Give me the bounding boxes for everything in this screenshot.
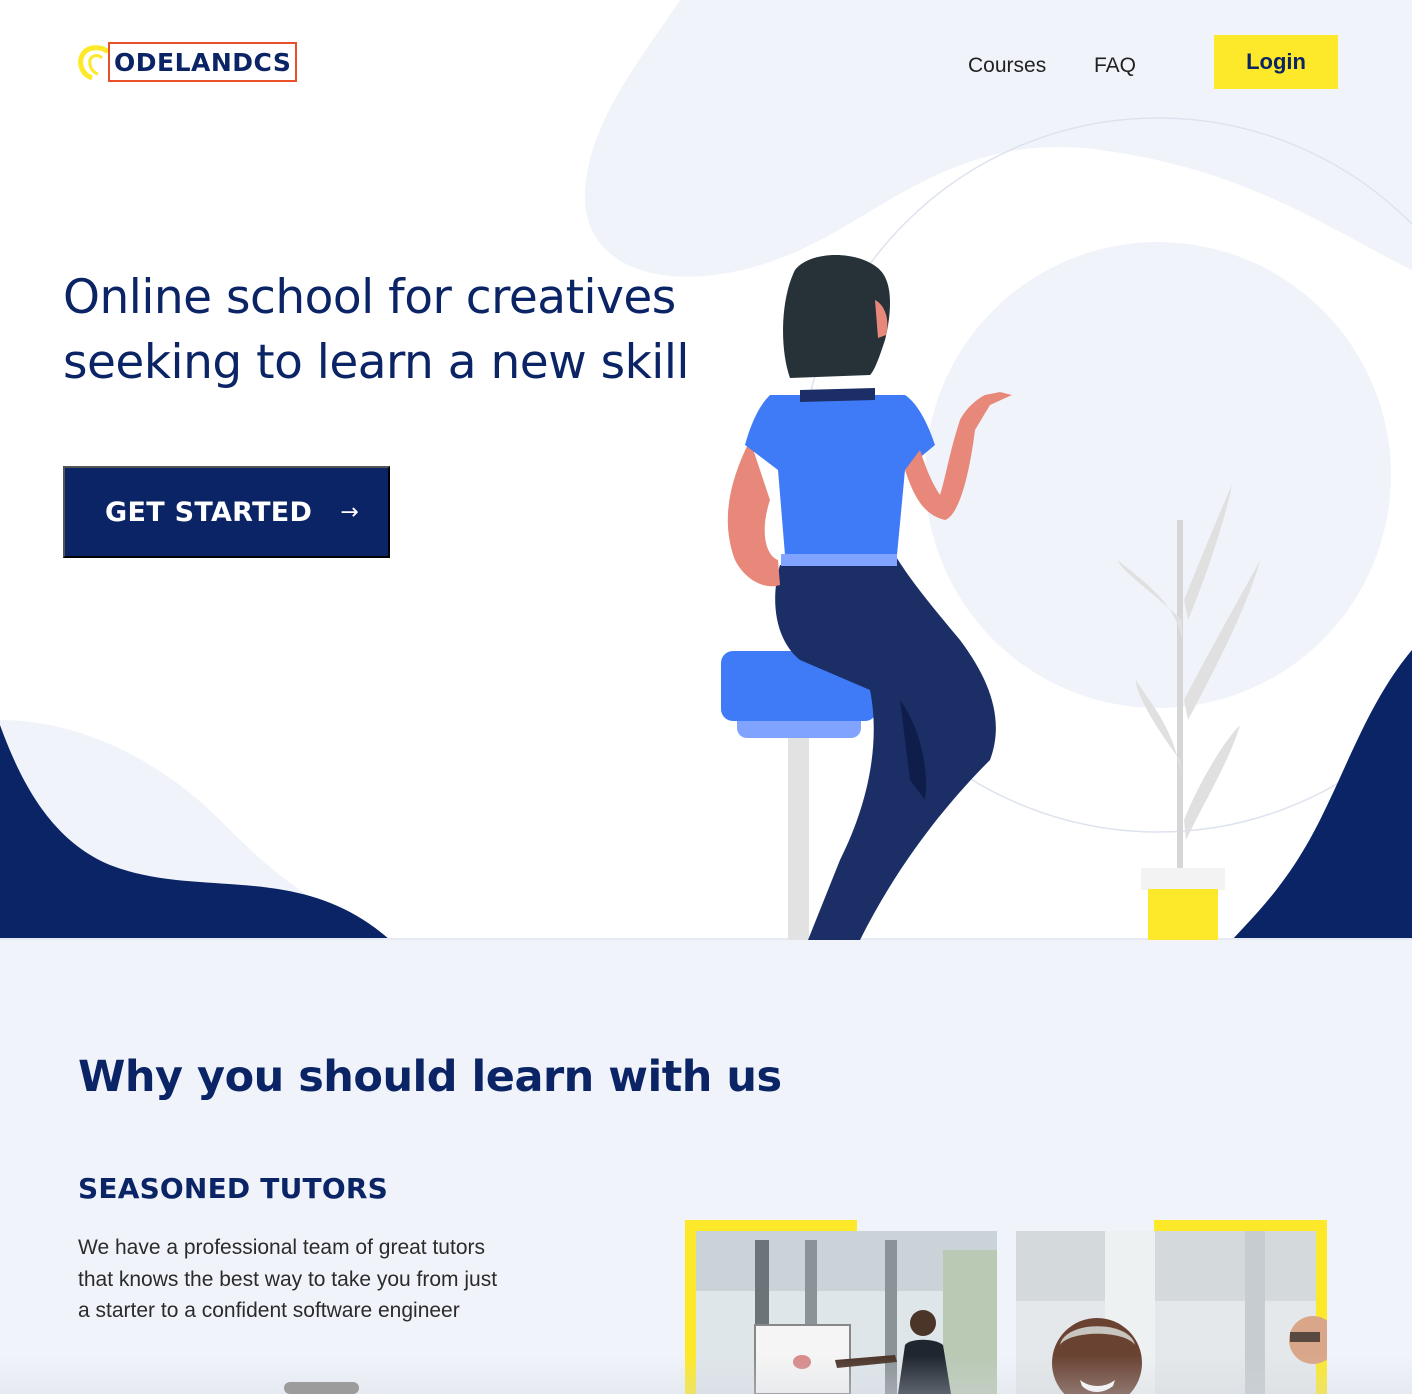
stool-leg bbox=[788, 730, 809, 940]
hero-title-line1: Online school for creatives bbox=[63, 270, 676, 325]
nav-courses[interactable]: Courses bbox=[968, 54, 1046, 78]
hero-title-line2: seeking to learn a new skill bbox=[63, 335, 690, 390]
feature-title: SEASONED TUTORS bbox=[78, 1172, 388, 1205]
pot-rim bbox=[1141, 868, 1225, 890]
nav-faq[interactable]: FAQ bbox=[1094, 54, 1136, 78]
get-started-button[interactable]: GET STARTED → bbox=[63, 466, 390, 558]
pointing-arm bbox=[905, 392, 1012, 520]
feature-description: We have a professional team of great tut… bbox=[78, 1236, 498, 1322]
login-button[interactable]: Login bbox=[1214, 35, 1338, 89]
arrow-right-icon: → bbox=[340, 499, 359, 525]
logo-text: ODELANDCS bbox=[108, 42, 298, 82]
logo[interactable]: ODELANDCS bbox=[78, 42, 298, 82]
scroll-indicator[interactable] bbox=[284, 1382, 359, 1394]
site-header: ODELANDCS Courses FAQ Login bbox=[0, 0, 1412, 110]
logo-c-icon bbox=[78, 45, 110, 80]
why-title: Why you should learn with us bbox=[78, 1052, 782, 1102]
hair bbox=[783, 255, 890, 378]
plant-pot bbox=[1148, 889, 1218, 940]
hero-section: ODELANDCS Courses FAQ Login Online schoo… bbox=[0, 0, 1412, 940]
why-section: Why you should learn with us SEASONED TU… bbox=[0, 940, 1412, 1394]
shirt bbox=[745, 395, 935, 555]
get-started-label: GET STARTED bbox=[105, 496, 313, 528]
belt bbox=[781, 554, 897, 566]
hero-title: Online school for creatives seeking to l… bbox=[63, 265, 763, 395]
page: ODELANDCS Courses FAQ Login Online schoo… bbox=[0, 0, 1412, 1394]
